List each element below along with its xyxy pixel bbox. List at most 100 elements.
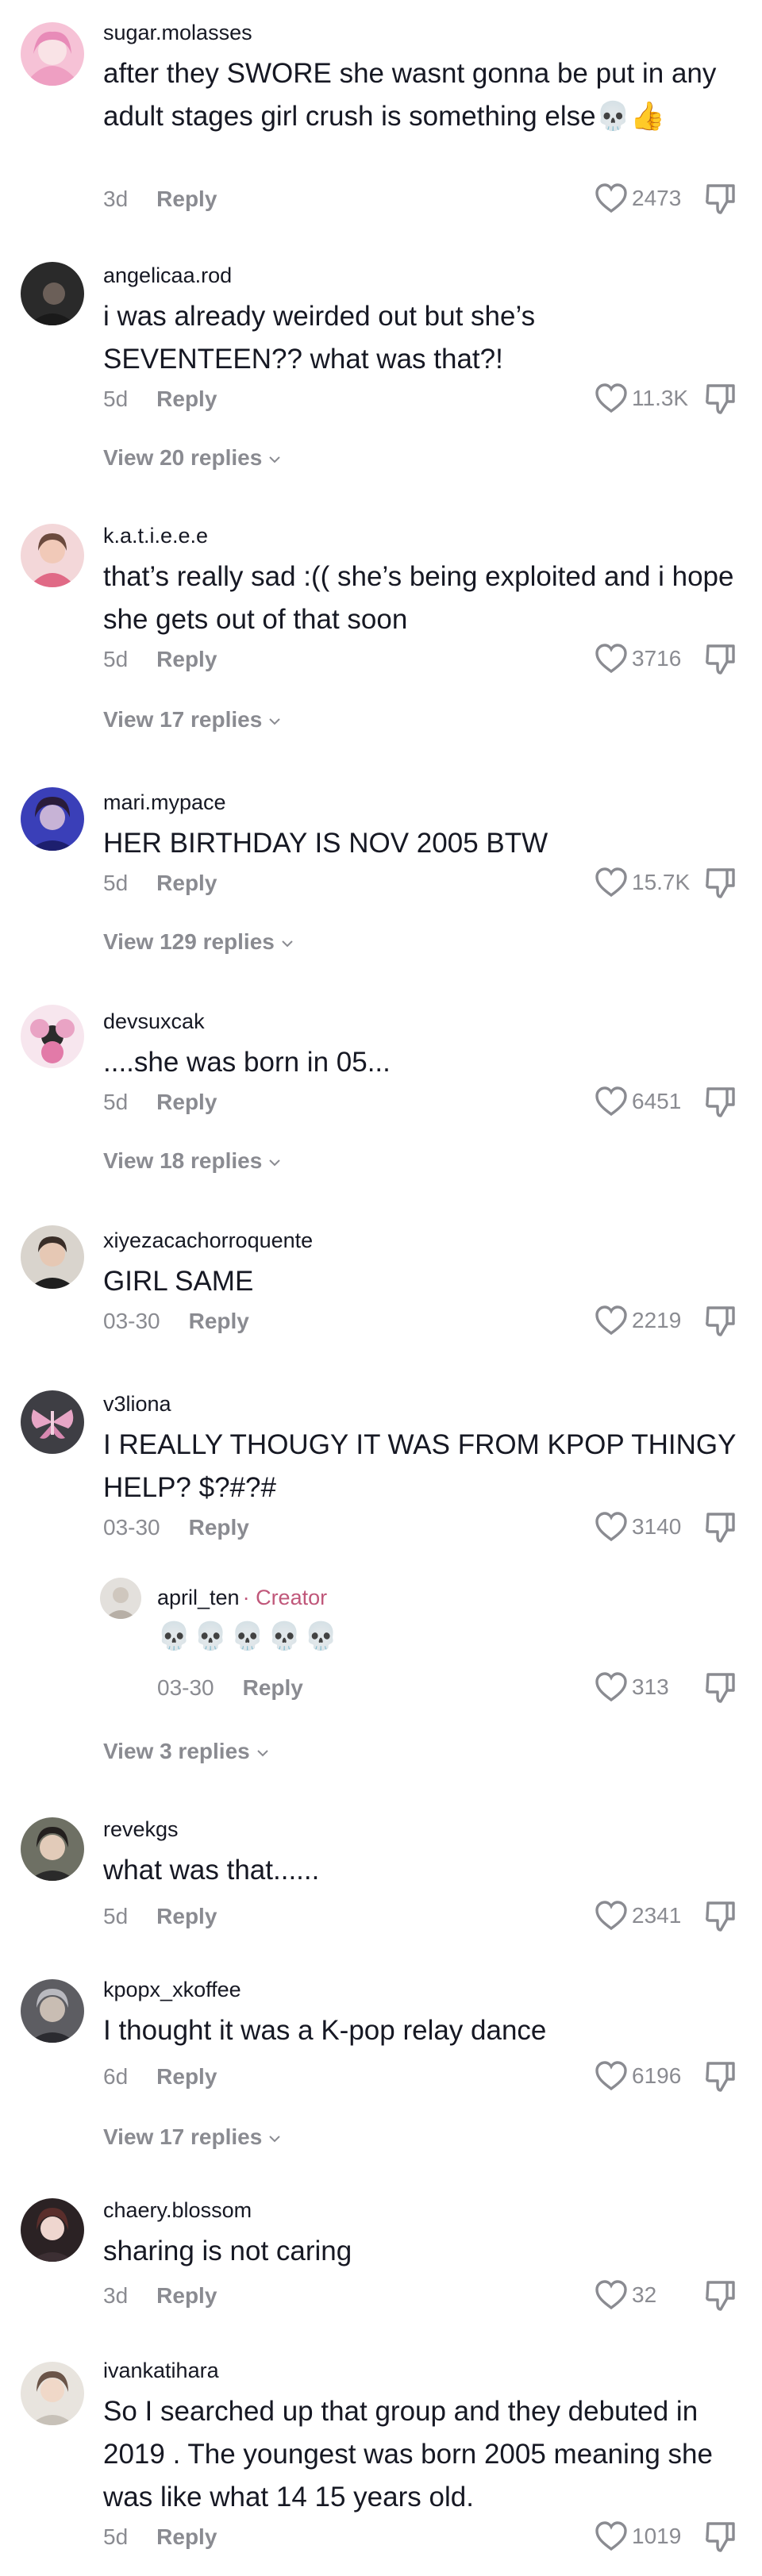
reply-button[interactable]: Reply — [189, 1515, 249, 1540]
avatar[interactable] — [21, 1005, 84, 1068]
like-button[interactable]: 32 — [594, 2278, 656, 2313]
like-count: 2341 — [632, 1903, 682, 1928]
reply-button[interactable]: Reply — [156, 2064, 217, 2089]
like-button[interactable]: 11.3K — [594, 381, 688, 416]
dislike-button[interactable] — [703, 181, 738, 216]
comment-meta: 03-30 Reply — [103, 1514, 249, 1541]
dislike-button[interactable] — [703, 1670, 738, 1705]
comment-text: I REALLY THOUGY IT WAS FROM KPOP THINGY … — [103, 1429, 736, 1503]
heart-outline-icon — [595, 2521, 627, 2551]
username[interactable]: mari.mypace — [103, 789, 226, 816]
reply-username-label[interactable]: april_ten — [157, 1586, 240, 1609]
avatar[interactable] — [21, 1817, 84, 1881]
heart-outline-icon — [595, 383, 627, 413]
reply-button[interactable]: Reply — [156, 871, 217, 895]
heart-outline-icon — [595, 867, 627, 898]
like-button[interactable]: 2473 — [594, 181, 681, 216]
avatar[interactable] — [21, 1390, 84, 1454]
dislike-button[interactable] — [703, 865, 738, 900]
thumbs-down-outline-icon — [706, 384, 735, 414]
avatar[interactable] — [21, 524, 84, 587]
reply-button[interactable]: Reply — [156, 1090, 217, 1114]
like-count: 6451 — [632, 1089, 682, 1113]
thumbs-down-outline-icon — [706, 644, 735, 675]
like-button[interactable]: 6196 — [594, 2059, 681, 2093]
chevron-down-icon — [257, 1749, 268, 1757]
dislike-button[interactable] — [703, 1303, 738, 1338]
reply-button[interactable]: Reply — [189, 1309, 249, 1333]
chevron-down-icon — [269, 2135, 280, 2143]
reply-button[interactable]: Reply — [156, 2283, 217, 2308]
dislike-button[interactable] — [703, 381, 738, 416]
reply-button[interactable]: Reply — [156, 1904, 217, 1928]
like-count: 3140 — [632, 1514, 682, 1539]
username[interactable]: k.a.t.i.e.e.e — [103, 522, 208, 549]
comment-meta: 5d Reply — [103, 1903, 217, 1930]
comment-text: HER BIRTHDAY IS NOV 2005 BTW — [103, 828, 548, 859]
username[interactable]: chaery.blossom — [103, 2197, 252, 2224]
username[interactable]: kpopx_xkoffee — [103, 1976, 241, 2003]
comment-meta: 6d Reply — [103, 2063, 217, 2090]
heart-outline-icon — [595, 1901, 627, 1931]
username[interactable]: angelicaa.rod — [103, 262, 232, 289]
username[interactable]: devsuxcak — [103, 1008, 205, 1035]
view-replies-button[interactable]: View 18 replies — [103, 1148, 281, 1175]
thumbs-down-outline-icon — [706, 868, 735, 898]
comment-text: i was already weirded out but she’s SEVE… — [103, 301, 536, 375]
dislike-button[interactable] — [703, 2278, 738, 2313]
dislike-button[interactable] — [703, 641, 738, 676]
like-button[interactable]: 3716 — [594, 641, 681, 676]
comment-meta: 5d Reply — [103, 646, 217, 673]
comment-time: 3d — [103, 186, 129, 211]
reply-button[interactable]: Reply — [156, 2524, 217, 2549]
heart-outline-icon — [595, 2280, 627, 2310]
reply-button[interactable]: Reply — [243, 1675, 303, 1700]
avatar[interactable] — [21, 1225, 84, 1289]
thumbs-down-outline-icon — [706, 2522, 735, 2552]
like-button[interactable]: 3140 — [594, 1509, 681, 1544]
avatar[interactable] — [21, 1979, 84, 2043]
like-button[interactable]: 1019 — [594, 2519, 681, 2554]
like-button[interactable]: 313 — [594, 1670, 669, 1705]
reply-button[interactable]: Reply — [156, 386, 217, 411]
dislike-button[interactable] — [703, 1084, 738, 1119]
username[interactable]: sugar.molasses — [103, 19, 252, 46]
dislike-button[interactable] — [703, 1898, 738, 1933]
avatar[interactable] — [21, 262, 84, 325]
view-replies-button[interactable]: View 3 replies — [103, 1738, 269, 1765]
avatar[interactable] — [21, 787, 84, 851]
avatar[interactable] — [21, 2198, 84, 2262]
view-replies-button[interactable]: View 129 replies — [103, 929, 294, 955]
view-replies-label: View 17 replies — [103, 707, 263, 732]
like-button[interactable]: 2341 — [594, 1898, 681, 1933]
avatar[interactable] — [21, 2362, 84, 2425]
like-button[interactable]: 2219 — [594, 1303, 681, 1338]
username[interactable]: xiyezacachorroquente — [103, 1227, 313, 1254]
reply-button[interactable]: Reply — [156, 186, 217, 211]
dislike-button[interactable] — [703, 1509, 738, 1544]
like-count: 1019 — [632, 2524, 682, 2548]
username[interactable]: ivankatihara — [103, 2357, 219, 2384]
reply-avatar[interactable] — [100, 1578, 141, 1619]
thumbs-down-outline-icon — [706, 2281, 735, 2311]
view-replies-button[interactable]: View 17 replies — [103, 706, 281, 733]
comment-time: 5d — [103, 871, 129, 895]
username[interactable]: v3liona — [103, 1390, 171, 1417]
heart-outline-icon — [595, 644, 627, 674]
reply-button[interactable]: Reply — [156, 647, 217, 671]
chevron-down-icon — [269, 1159, 280, 1167]
view-replies-button[interactable]: View 17 replies — [103, 2124, 281, 2151]
view-replies-button[interactable]: View 20 replies — [103, 444, 281, 471]
like-button[interactable]: 15.7K — [594, 865, 690, 900]
username[interactable]: revekgs — [103, 1816, 179, 1843]
dislike-button[interactable] — [703, 2519, 738, 2554]
comment-text: ....she was born in 05... — [103, 1047, 391, 1078]
comment-time: 5d — [103, 1904, 129, 1928]
chevron-down-icon — [282, 940, 293, 948]
like-count: 313 — [632, 1674, 669, 1699]
avatar[interactable] — [21, 22, 84, 86]
like-button[interactable]: 6451 — [594, 1084, 681, 1119]
dislike-button[interactable] — [703, 2059, 738, 2093]
view-replies-label: View 18 replies — [103, 1148, 263, 1173]
comment-text: I thought it was a K-pop relay dance — [103, 2015, 547, 2046]
